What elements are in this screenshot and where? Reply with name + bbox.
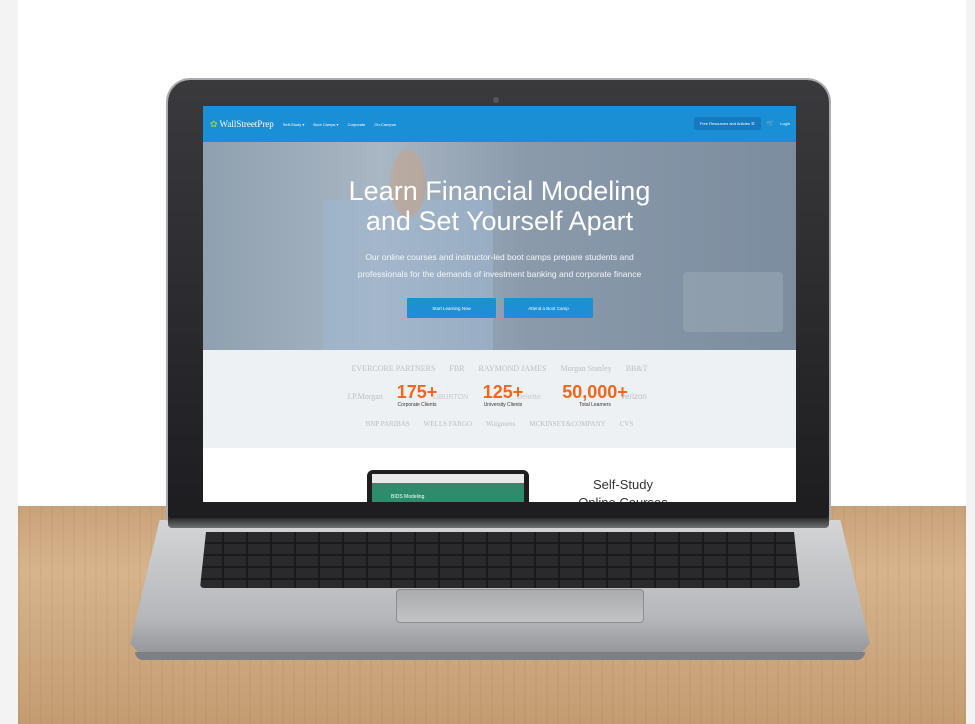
brand-name: WallStreetPrep [219,119,274,129]
client-logos-row-3: BNP PARIBAS WELLS FARGO Walgreens MCKINS… [203,420,796,428]
stat-university-clients: 125+ University Clients [473,382,533,408]
client-logo: MCKINSEY&COMPANY [529,420,606,428]
client-logo: RAYMOND JAMES [478,364,547,373]
cart-icon[interactable]: 🛒 [767,120,774,127]
hero-photo-laptop [683,272,783,332]
course-preview-title: BIDS Modeling [391,494,425,500]
chevron-down-icon: ▾ [336,121,339,127]
client-logo: FBR [449,364,465,373]
webcam-icon [493,97,499,103]
laptop-base-edge [135,652,865,660]
client-logo: CVS [619,420,634,428]
self-study-section: BIDS Modeling Self-Study Online Courses [203,448,796,502]
client-logo: BNP PARIBAS [365,420,410,428]
client-logo: EVERCORE PARTNERS [351,364,436,373]
leaf-icon: ✿ [210,118,218,129]
client-logo: WELLS FARGO [423,420,472,428]
laptop-screen: ✿ WallStreetPrep Self-Study ▾ Boot Camps… [203,106,796,502]
free-resources-button[interactable]: Free Resources and Articles ☰ [693,117,761,130]
stat-number: 125+ [482,382,524,402]
hero-subtitle: Our online courses and instructor-led bo… [357,252,642,279]
client-logo: BB&T [625,364,648,373]
stat-label: Total Learners [579,402,611,408]
login-link[interactable]: Login [780,121,790,126]
client-logo: Walgreens [485,420,516,428]
hero-section: Learn Financial Modeling and Set Yoursel… [203,142,796,350]
stat-label: Corporate Clients [397,402,437,408]
brand-logo[interactable]: ✿ WallStreetPrep [210,119,274,130]
clients-section: EVERCORE PARTNERS FBR RAYMOND JAMES Morg… [203,350,796,448]
client-logo: J.P.Morgan [347,392,383,401]
nav-link-boot-camps[interactable]: Boot Camps ▾ [313,122,338,127]
nav-link-self-study[interactable]: Self-Study ▾ [283,122,305,127]
hero-photo-person [323,142,493,350]
nav-link-corporate[interactable]: Corporate [348,122,366,127]
chevron-down-icon: ▾ [302,121,305,127]
client-logos-row-1: EVERCORE PARTNERS FBR RAYMOND JAMES Morg… [203,364,796,373]
start-learning-button[interactable]: Start Learning Now [407,298,496,318]
laptop-keyboard [200,532,800,588]
course-preview-browser-bar [372,474,524,483]
attend-boot-camp-button[interactable]: Attend a Boot Camp [504,298,593,318]
self-study-title: Self-Study Online Courses [578,477,668,502]
client-logo: Morgan Stanley [560,364,612,373]
nav-link-on-campus[interactable]: On-Campus [374,122,396,127]
stat-number: 50,000+ [562,382,628,402]
nav-right: Free Resources and Articles ☰ 🛒 Login [693,117,790,130]
stat-label: University Clients [483,402,523,408]
stat-number: 175+ [396,382,438,402]
stat-total-learners: 50,000+ Total Learners [557,382,633,408]
menu-icon: ☰ [751,121,755,126]
hero-title: Learn Financial Modeling and Set Yoursel… [348,176,651,236]
site-nav: ✿ WallStreetPrep Self-Study ▾ Boot Camps… [203,106,796,142]
laptop-hinge [168,518,829,528]
stat-corporate-clients: 175+ Corporate Clients [387,382,447,408]
laptop-trackpad [396,589,644,623]
